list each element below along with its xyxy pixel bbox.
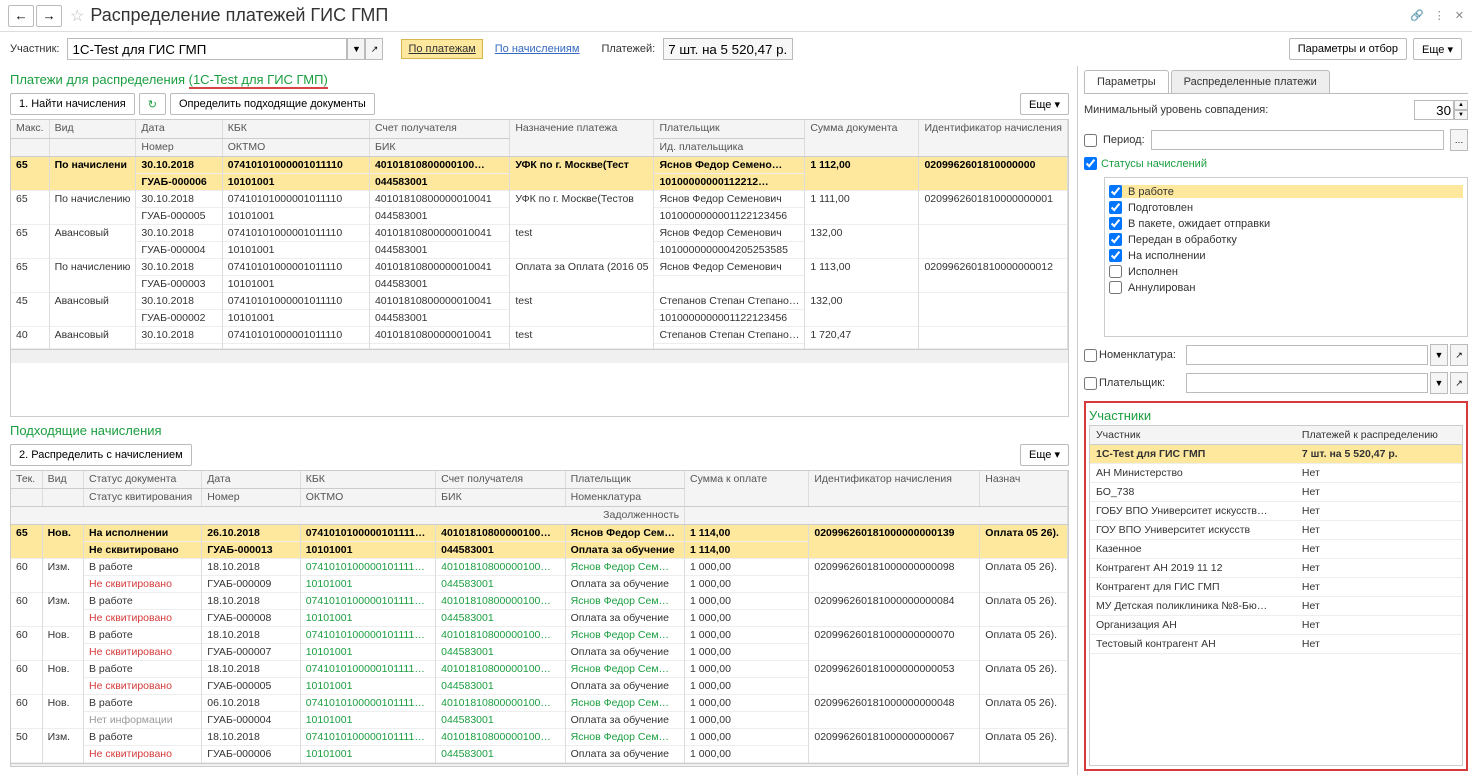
params-filter-button[interactable]: Параметры и отбор <box>1289 38 1407 60</box>
status-item[interactable]: На исполнении <box>1109 249 1463 262</box>
participant-row[interactable]: Тестовый контрагент АННет <box>1090 635 1462 654</box>
table-row[interactable]: 65По начислени30.10.20180741010100000101… <box>11 156 1068 173</box>
statuses-checkbox[interactable] <box>1084 157 1097 170</box>
status-item[interactable]: Передан в обработку <box>1109 233 1463 246</box>
forward-button[interactable]: → <box>36 5 62 27</box>
link-icon[interactable]: 🔗 <box>1410 9 1424 22</box>
find-charges-button[interactable]: 1. Найти начисления <box>10 93 135 115</box>
back-button[interactable]: ← <box>8 5 34 27</box>
table-row[interactable]: 65Авансовый30.10.20180741010100000101111… <box>11 224 1068 241</box>
more-button-grid1[interactable]: Еще ▾ <box>1020 93 1069 115</box>
star-icon[interactable]: ☆ <box>70 6 84 26</box>
distribute-button[interactable]: 2. Распределить с начислением <box>10 444 192 466</box>
participant-row[interactable]: Организация АННет <box>1090 616 1462 635</box>
tab-params[interactable]: Параметры <box>1084 70 1169 93</box>
status-item[interactable]: В работе <box>1109 185 1463 198</box>
payer-dropdown[interactable]: ▼ <box>1430 372 1448 394</box>
matching-docs-button[interactable]: Определить подходящие документы <box>170 93 375 115</box>
nomen-checkbox[interactable] <box>1084 349 1097 362</box>
tab-by-payments[interactable]: По платежам <box>401 39 482 59</box>
participant-row[interactable]: 1C-Test для ГИС ГМП7 шт. на 5 520,47 р. <box>1090 445 1462 464</box>
participant-row[interactable]: ГОБУ ВПО Университет искусств…Нет <box>1090 502 1462 521</box>
payments-info <box>663 38 793 60</box>
table-row[interactable]: 65По начислению30.10.2018074101010000010… <box>11 258 1068 275</box>
table-row[interactable]: 40Авансовый30.10.20180741010100000101111… <box>11 326 1068 343</box>
period-checkbox[interactable] <box>1084 134 1097 147</box>
charges-grid[interactable]: Тек.Вид Статус документаДата КБКСчет пол… <box>10 470 1069 768</box>
section2-title: Подходящие начисления <box>10 423 1069 438</box>
nomen-input[interactable] <box>1186 345 1428 365</box>
more-button-grid2[interactable]: Еще ▾ <box>1020 444 1069 466</box>
payer-checkbox[interactable] <box>1084 377 1097 390</box>
close-icon[interactable]: ✕ <box>1455 9 1464 22</box>
period-input[interactable] <box>1151 130 1444 150</box>
participant-row[interactable]: БО_738Нет <box>1090 483 1462 502</box>
payments-label: Платежей: <box>601 43 655 55</box>
refresh-button[interactable]: ↻ <box>139 93 166 115</box>
menu-icon[interactable]: ⋮ <box>1434 9 1445 22</box>
payments-grid[interactable]: Макс.Вид ДатаКБК Счет получателяНазначен… <box>10 119 1069 417</box>
table-row[interactable]: 45Авансовый30.10.20180741010100000101111… <box>11 292 1068 309</box>
statuses-list: В работе Подготовлен В пакете, ожидает о… <box>1104 177 1468 337</box>
participant-dropdown[interactable]: ▼ <box>347 38 365 60</box>
table-row[interactable]: 60Изм.В работе18.10.20180741010100000101… <box>11 559 1068 576</box>
table-row[interactable]: 60Изм.В работе18.10.20180741010100000101… <box>11 593 1068 610</box>
section1-title: Платежи для распределения (1C-Test для Г… <box>10 72 1069 87</box>
tab-distributed[interactable]: Распределенные платежи <box>1171 70 1330 93</box>
period-picker[interactable]: … <box>1450 129 1468 151</box>
toolbar: Участник: ▼ ↗ По платежам По начислениям… <box>0 32 1472 66</box>
spin-up[interactable]: ▲ <box>1454 100 1468 110</box>
participant-open[interactable]: ↗ <box>365 38 383 60</box>
status-item[interactable]: Подготовлен <box>1109 201 1463 214</box>
participant-row[interactable]: МУ Детская поликлиника №8-Бю…Нет <box>1090 597 1462 616</box>
participants-title: Участники <box>1089 408 1463 423</box>
payer-input[interactable] <box>1186 373 1428 393</box>
participant-row[interactable]: КазенноеНет <box>1090 540 1462 559</box>
min-match-input[interactable] <box>1414 100 1454 120</box>
status-item[interactable]: Исполнен <box>1109 265 1463 278</box>
table-row[interactable]: 60Нов.В работе18.10.20180741010100000101… <box>11 661 1068 678</box>
status-item[interactable]: В пакете, ожидает отправки <box>1109 217 1463 230</box>
tab-by-charges[interactable]: По начислениям <box>495 43 580 55</box>
table-row[interactable]: 60Нов.В работе18.10.20180741010100000101… <box>11 627 1068 644</box>
participant-label: Участник: <box>10 43 59 55</box>
page-title: Распределение платежей ГИС ГМП <box>90 5 1410 26</box>
participants-table[interactable]: УчастникПлатежей к распределению1C-Test … <box>1089 425 1463 766</box>
participant-input[interactable] <box>67 38 347 60</box>
nomen-dropdown[interactable]: ▼ <box>1430 344 1448 366</box>
min-match-label: Минимальный уровень совпадения: <box>1084 104 1408 116</box>
table-row[interactable]: 65Нов.На исполнении26.10.201807410101000… <box>11 525 1068 542</box>
more-button-top[interactable]: Еще ▾ <box>1413 38 1462 60</box>
status-item[interactable]: Аннулирован <box>1109 281 1463 294</box>
titlebar: ← → ☆ Распределение платежей ГИС ГМП 🔗 ⋮… <box>0 0 1472 32</box>
participant-row[interactable]: Контрагент для ГИС ГМПНет <box>1090 578 1462 597</box>
participant-row[interactable]: АН МинистерствоНет <box>1090 464 1462 483</box>
table-row[interactable]: 60Нов.В работе06.10.20180741010100000101… <box>11 695 1068 712</box>
table-row[interactable]: 65По начислению30.10.2018074101010000010… <box>11 190 1068 207</box>
nomen-open[interactable]: ↗ <box>1450 344 1468 366</box>
participant-row[interactable]: Контрагент АН 2019 11 12Нет <box>1090 559 1462 578</box>
spin-down[interactable]: ▼ <box>1454 110 1468 120</box>
payer-open[interactable]: ↗ <box>1450 372 1468 394</box>
table-row[interactable]: 50Изм.В работе18.10.20180741010100000101… <box>11 729 1068 746</box>
participant-row[interactable]: ГОУ ВПО Университет искусствНет <box>1090 521 1462 540</box>
